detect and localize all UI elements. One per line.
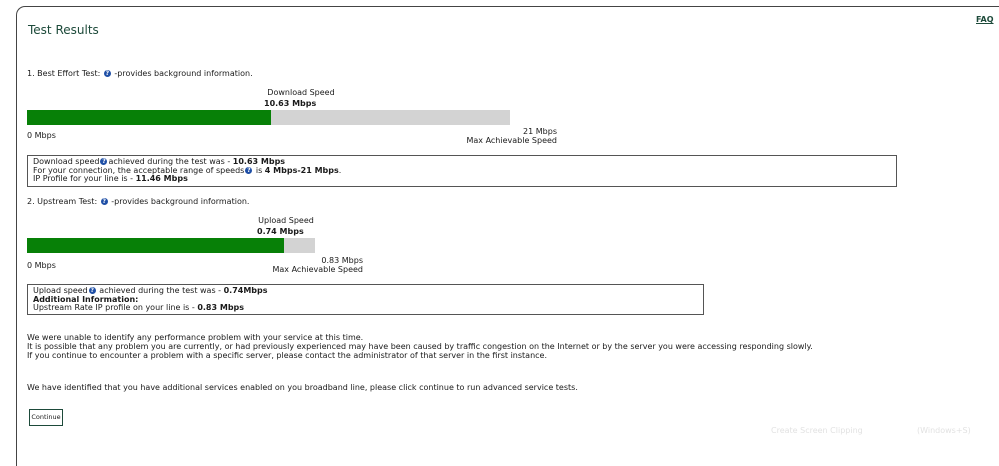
upload-speed-bar xyxy=(27,238,315,253)
continue-button[interactable]: Continue xyxy=(29,409,63,426)
ip-profile-label: IP Profile for your line is - xyxy=(33,174,136,183)
download-info-box: Download speed? achieved during the test … xyxy=(27,155,897,187)
download-min-label: 0 Mbps xyxy=(27,131,56,140)
screen-clipping-label: Create Screen Clipping xyxy=(771,426,863,435)
upload-max-label: 0.83 Mbps xyxy=(321,256,363,265)
best-effort-heading-suffix: -provides background information. xyxy=(114,69,253,78)
screen-clipping-shortcut: (Windows+S) xyxy=(917,426,971,435)
question-circle-icon[interactable]: ? xyxy=(245,166,253,174)
upload-speed-bar-fill xyxy=(27,238,284,253)
download-max-caption: Max Achievable Speed xyxy=(466,136,557,145)
best-effort-heading-label: 1. Best Effort Test: xyxy=(27,69,101,78)
upstream-profile-label: Upstream Rate IP profile on your line is… xyxy=(33,303,198,312)
question-circle-icon[interactable]: ? xyxy=(88,287,96,294)
result-messages: We were unable to identify any performan… xyxy=(27,333,813,360)
upload-min-label: 0 Mbps xyxy=(27,261,56,270)
upload-info-line-3: Upstream Rate IP profile on your line is… xyxy=(33,303,698,313)
message-line-3: If you continue to encounter a problem w… xyxy=(27,351,547,360)
upload-speed-value: 0.74Mbps xyxy=(223,286,268,295)
question-circle-icon[interactable]: ? xyxy=(100,198,108,205)
download-speed-bar xyxy=(27,110,510,125)
download-max-label: 21 Mbps xyxy=(523,127,557,136)
upload-info-box: Upload speed? achieved during the test w… xyxy=(27,284,704,315)
acceptable-range-end: . xyxy=(338,165,342,175)
additional-services-message: We have identified that you have additio… xyxy=(27,383,578,392)
download-speed-bar-fill xyxy=(27,110,272,125)
ip-profile-value: 11.46 Mbps xyxy=(135,174,188,183)
upload-max-caption: Max Achievable Speed xyxy=(272,265,363,274)
upload-gauge-value: 0.74 Mbps xyxy=(257,227,304,236)
question-circle-icon[interactable]: ? xyxy=(100,158,108,165)
download-gauge-value: 10.63 Mbps xyxy=(264,99,317,108)
download-info-line-3: IP Profile for your line is - 11.46 Mbps xyxy=(33,174,891,184)
upload-speed-text: achieved during the test was - xyxy=(96,286,224,295)
upstream-heading-label: 2. Upstream Test: xyxy=(27,197,98,206)
upstream-profile-value: 0.83 Mbps xyxy=(197,303,245,312)
page-title: Test Results xyxy=(28,23,99,37)
faq-link[interactable]: FAQ xyxy=(976,15,994,24)
acceptable-range-text: is xyxy=(253,165,265,175)
download-gauge-title: Download Speed xyxy=(267,88,335,97)
message-line-2: It is possible that any problem you are … xyxy=(27,342,813,351)
question-circle-icon[interactable]: ? xyxy=(103,70,111,77)
upload-gauge-title: Upload Speed xyxy=(258,216,314,225)
best-effort-heading: 1. Best Effort Test: ? -provides backgro… xyxy=(27,69,253,78)
acceptable-range-value: 4 Mbps-21 Mbps xyxy=(264,165,339,175)
upstream-heading-suffix: -provides background information. xyxy=(111,197,250,206)
message-line-1: We were unable to identify any performan… xyxy=(27,333,364,342)
upstream-heading: 2. Upstream Test: ? -provides background… xyxy=(27,197,249,206)
upload-speed-label: Upload speed xyxy=(33,286,88,295)
